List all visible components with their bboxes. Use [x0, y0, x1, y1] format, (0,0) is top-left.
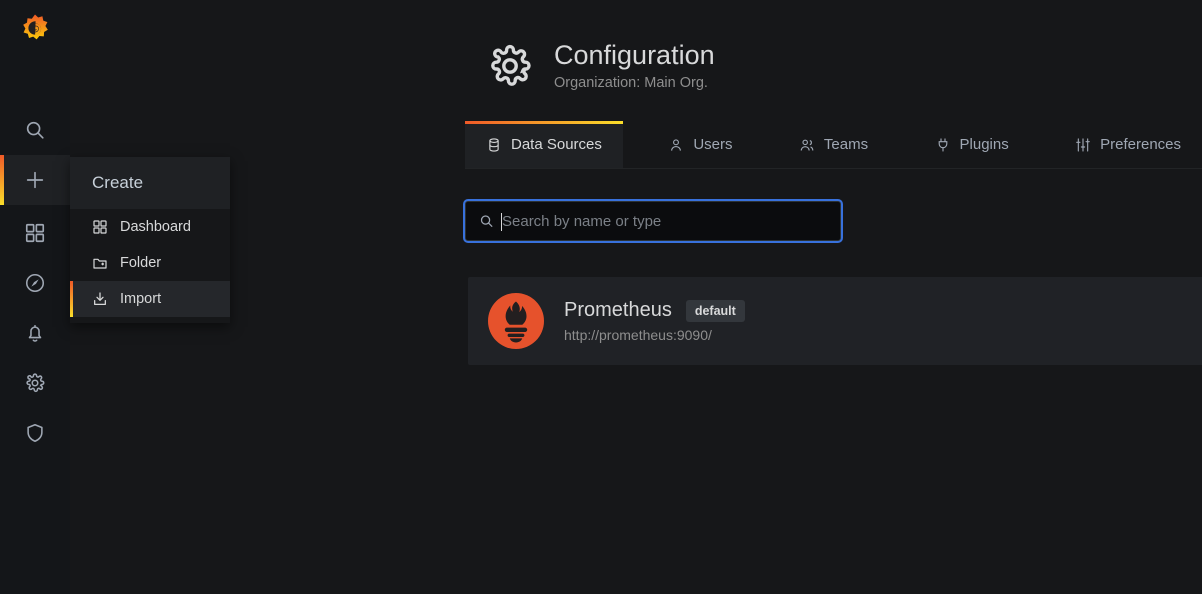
- menu-item-folder[interactable]: Folder: [70, 245, 230, 281]
- tab-label: Plugins: [959, 136, 1009, 154]
- tab-bar: Data Sources Users Teams Plugins Prefere…: [465, 121, 1202, 170]
- page-title: Configuration: [554, 40, 715, 70]
- sidebar: [0, 0, 70, 594]
- plug-icon: [935, 137, 951, 153]
- search-icon: [479, 214, 494, 229]
- datasource-name: Prometheus: [564, 299, 672, 322]
- page-subtitle: Organization: Main Org.: [554, 75, 708, 92]
- search-area: [465, 201, 1202, 242]
- tab-data-sources[interactable]: Data Sources: [465, 121, 623, 169]
- datasource-title-row: Prometheus default: [564, 299, 745, 322]
- tab-plugins[interactable]: Plugins: [914, 121, 1030, 168]
- status-badge: default: [685, 299, 745, 322]
- dashboard-icon: [92, 219, 108, 235]
- gear-icon: [24, 372, 46, 394]
- datasource-card-prometheus[interactable]: Prometheus default http://prometheus:909…: [468, 277, 1202, 366]
- folder-plus-icon: [92, 255, 108, 271]
- sidebar-item-search[interactable]: [0, 105, 70, 155]
- menu-item-import[interactable]: Import: [70, 281, 230, 317]
- datasource-url: http://prometheus:9090/: [564, 327, 712, 344]
- search-input[interactable]: [466, 202, 840, 241]
- database-icon: [486, 137, 502, 153]
- sidebar-item-dashboards[interactable]: [0, 208, 70, 258]
- sidebar-item-alerting[interactable]: [0, 308, 70, 358]
- menu-item-label: Import: [120, 291, 162, 307]
- page-header: Configuration Organization: Main Org.: [70, 0, 1202, 91]
- dropdown-items: Dashboard Folder Import: [70, 209, 230, 323]
- main-content: Configuration Organization: Main Org. Da…: [70, 0, 1202, 594]
- menu-item-label: Dashboard: [120, 219, 191, 235]
- create-dropdown-menu: Create Dashboard Folder Import: [70, 157, 230, 323]
- prometheus-logo-icon: [488, 293, 544, 350]
- users-icon: [799, 137, 815, 153]
- sidebar-item-explore[interactable]: [0, 258, 70, 308]
- search-box[interactable]: [465, 201, 841, 242]
- sliders-icon: [1075, 137, 1091, 153]
- menu-item-dashboard[interactable]: Dashboard: [70, 209, 230, 245]
- tab-teams[interactable]: Teams: [778, 121, 889, 168]
- grafana-app: Configuration Organization: Main Org. Da…: [0, 0, 1202, 594]
- tab-users[interactable]: Users: [647, 121, 753, 168]
- tab-label: Users: [693, 136, 733, 154]
- datasource-list: Prometheus default http://prometheus:909…: [468, 277, 1202, 366]
- shield-icon: [24, 422, 46, 444]
- datasource-info: Prometheus default http://prometheus:909…: [564, 299, 745, 343]
- compass-icon: [24, 272, 46, 294]
- page-header-text: Configuration Organization: Main Org.: [554, 40, 715, 91]
- grafana-logo[interactable]: [0, 0, 70, 60]
- menu-item-label: Folder: [120, 255, 162, 271]
- tab-label: Preferences: [1100, 136, 1182, 154]
- import-download-icon: [92, 291, 108, 307]
- tab-label: Data Sources: [511, 136, 602, 154]
- sidebar-item-server-admin[interactable]: [0, 408, 70, 458]
- sidebar-item-create[interactable]: [0, 155, 70, 205]
- tab-label: Teams: [823, 136, 869, 154]
- bell-icon: [24, 322, 46, 344]
- user-icon: [668, 137, 684, 153]
- search-icon: [24, 119, 46, 141]
- configuration-gear-icon: [486, 42, 534, 90]
- text-caret: [501, 213, 502, 232]
- sidebar-item-configuration[interactable]: [0, 358, 70, 408]
- dashboards-icon: [24, 222, 46, 244]
- dropdown-header: Create: [70, 157, 230, 209]
- tab-preferences[interactable]: Preferences: [1054, 121, 1202, 168]
- plus-icon: [24, 169, 46, 191]
